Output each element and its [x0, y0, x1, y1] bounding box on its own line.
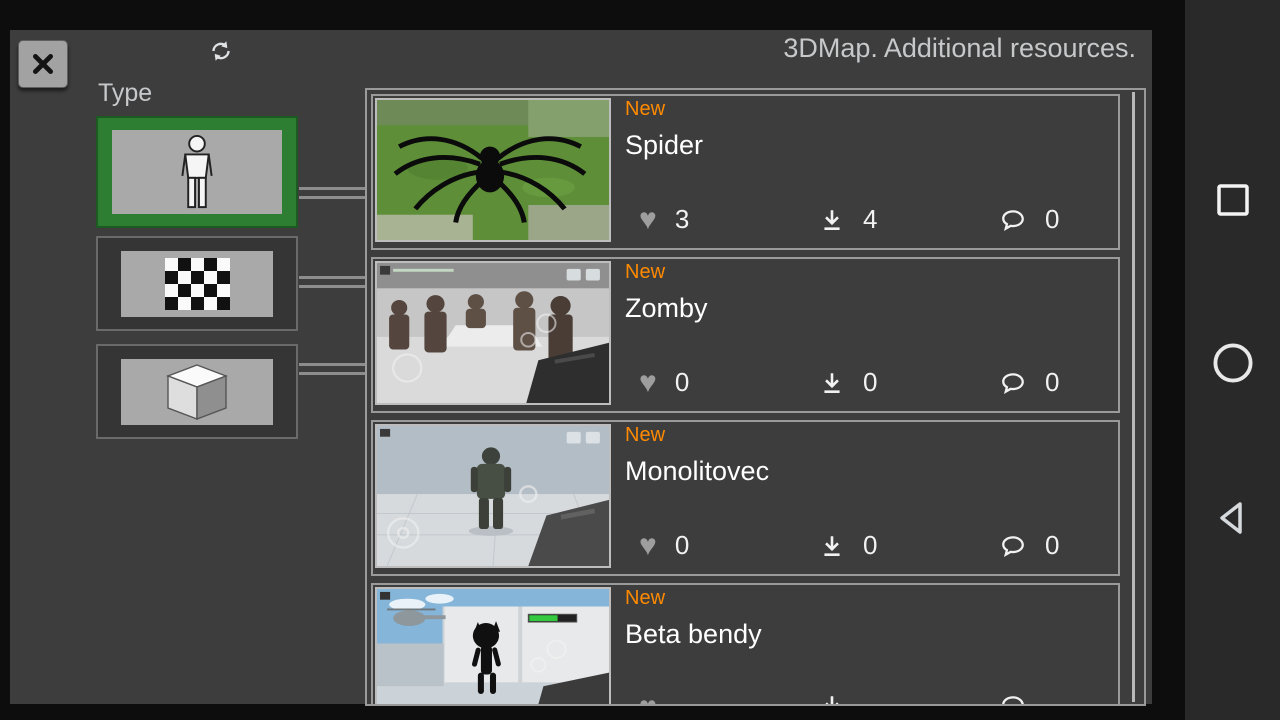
comment-icon: [1002, 372, 1024, 394]
recents-square-icon: [1216, 184, 1249, 216]
comments-stat: 0: [999, 530, 1063, 561]
type-model-thumb: [121, 358, 273, 425]
likes-count: 3: [674, 204, 690, 234]
android-nav-bar: [1185, 0, 1280, 720]
card-body: New Zomby ♥ 0 0 0: [613, 259, 1118, 411]
resource-title: Beta bendy: [625, 619, 762, 649]
stats-row: ♥ 0 0 0: [625, 530, 1108, 564]
new-badge: New: [625, 424, 666, 446]
comment-icon: [1002, 209, 1024, 231]
resource-title: Zomby: [625, 293, 708, 323]
downloads-count: 4: [863, 204, 878, 234]
type-model-button[interactable]: [96, 344, 298, 439]
likes-stat: ♥ 0: [639, 530, 693, 561]
thumbnail-spider: [375, 98, 611, 242]
type-texture-thumb: [121, 250, 273, 317]
resource-card-spider[interactable]: New Spider ♥ 3 4 0: [371, 94, 1120, 250]
close-icon: [32, 53, 54, 75]
thumbnail-monolitovec: [375, 424, 611, 568]
downloads-stat: 4: [819, 204, 881, 235]
type-label: Type: [98, 79, 153, 107]
type-character-button[interactable]: [96, 116, 298, 228]
card-body: New Monolitovec ♥ 0 0 0: [613, 422, 1118, 574]
heart-icon: ♥: [639, 365, 657, 399]
resource-card-beta-bendy[interactable]: New Beta bendy ♥: [371, 583, 1120, 705]
refresh-arrows-icon: [212, 41, 230, 61]
download-icon: [825, 696, 839, 704]
comments-count: 0: [1045, 530, 1060, 560]
comment-icon: [1002, 696, 1024, 704]
new-badge: New: [625, 587, 666, 609]
page-title: 3DMap. Additional resources.: [783, 33, 1136, 63]
stats-row: ♥: [625, 693, 1108, 705]
resource-list: New Spider ♥ 3 4 0 New Zomby ♥ 0 0 0 New…: [365, 88, 1146, 706]
connector-line: [299, 285, 365, 288]
downloads-count: 0: [863, 530, 878, 560]
connector-line: [299, 276, 365, 279]
stats-row: ♥ 0 0 0: [625, 367, 1108, 401]
downloads-stat: 0: [819, 367, 881, 398]
card-body: New Spider ♥ 3 4 0: [613, 96, 1118, 248]
likes-stat: ♥: [639, 693, 693, 705]
download-icon: [824, 372, 840, 393]
close-button[interactable]: [18, 40, 68, 88]
new-badge: New: [625, 98, 666, 120]
stats-row: ♥ 3 4 0: [625, 204, 1108, 238]
thumbnail-beta-bendy: [375, 587, 611, 704]
screen: 3DMap. Additional resources. Type New Sp…: [0, 0, 1280, 720]
home-circle-icon: [1212, 343, 1253, 383]
resources-panel: 3DMap. Additional resources. Type New Sp…: [10, 30, 1152, 706]
resource-title: Spider: [625, 130, 704, 160]
connector-line: [299, 372, 365, 375]
connector-line: [299, 187, 365, 190]
heart-icon: ♥: [639, 202, 657, 236]
checkerboard-icon: [164, 257, 230, 310]
type-character-thumb: [112, 130, 282, 214]
resource-card-monolitovec[interactable]: New Monolitovec ♥ 0 0 0: [371, 420, 1120, 576]
connector-line: [299, 363, 365, 366]
type-texture-button[interactable]: [96, 236, 298, 331]
heart-icon: ♥: [639, 693, 657, 705]
likes-stat: ♥ 0: [639, 367, 693, 398]
refresh-icon[interactable]: [208, 38, 234, 64]
new-badge: New: [625, 261, 666, 283]
downloads-stat: 0: [819, 530, 881, 561]
comments-count: 0: [1045, 367, 1060, 397]
comments-stat: 0: [999, 367, 1063, 398]
likes-stat: ♥ 3: [639, 204, 693, 235]
scrollbar[interactable]: [1132, 92, 1135, 702]
comment-icon: [1002, 535, 1024, 557]
cube-icon: [166, 363, 228, 420]
comments-stat: [999, 693, 1063, 704]
comments-count: 0: [1045, 204, 1060, 234]
thumbnail-zomby: [375, 261, 611, 405]
back-button[interactable]: [1210, 495, 1256, 541]
person-icon: [181, 134, 213, 209]
home-button[interactable]: [1210, 340, 1256, 386]
downloads-count: 0: [863, 367, 878, 397]
download-icon: [824, 209, 840, 230]
resource-card-zomby[interactable]: New Zomby ♥ 0 0 0: [371, 257, 1120, 413]
card-body: New Beta bendy ♥: [613, 585, 1118, 705]
connector-line: [299, 196, 365, 199]
resource-title: Monolitovec: [625, 456, 770, 486]
likes-count: 0: [674, 530, 690, 560]
recents-button[interactable]: [1210, 177, 1256, 223]
likes-count: 0: [674, 367, 690, 397]
back-triangle-icon: [1219, 502, 1242, 534]
heart-icon: ♥: [639, 528, 657, 562]
downloads-stat: [819, 693, 881, 704]
comments-stat: 0: [999, 204, 1063, 235]
download-icon: [824, 535, 840, 556]
